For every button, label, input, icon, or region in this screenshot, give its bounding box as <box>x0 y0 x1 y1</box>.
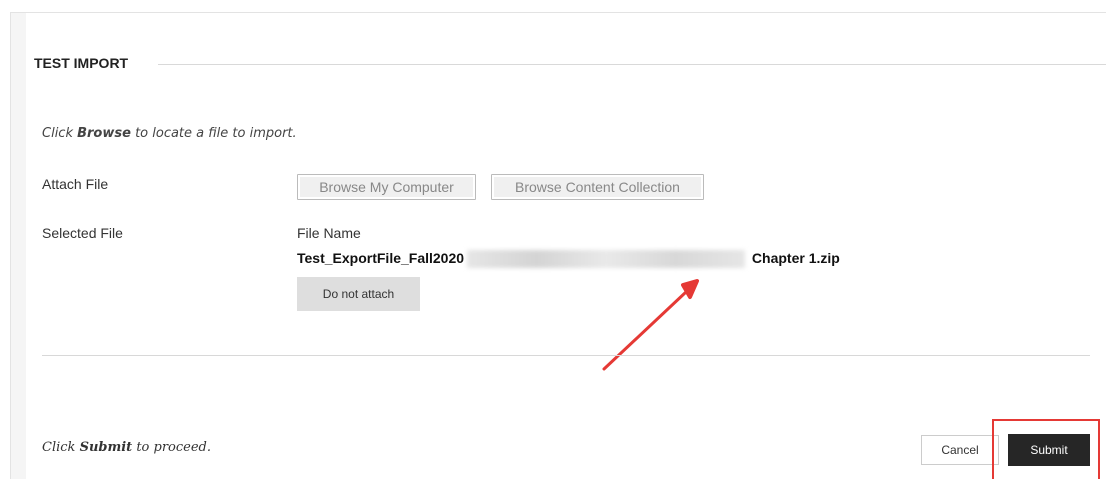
submit-instruction-emph: Submit <box>79 440 133 455</box>
cancel-button[interactable]: Cancel <box>921 435 999 465</box>
submit-instruction: Click Submit to proceed. <box>42 440 211 455</box>
annotation-arrow-icon <box>602 279 699 371</box>
section-divider <box>42 355 1090 356</box>
submit-instruction-prefix: Click <box>42 440 80 455</box>
submit-highlight-box <box>992 419 1100 479</box>
submit-instruction-suffix: to proceed. <box>132 440 212 455</box>
